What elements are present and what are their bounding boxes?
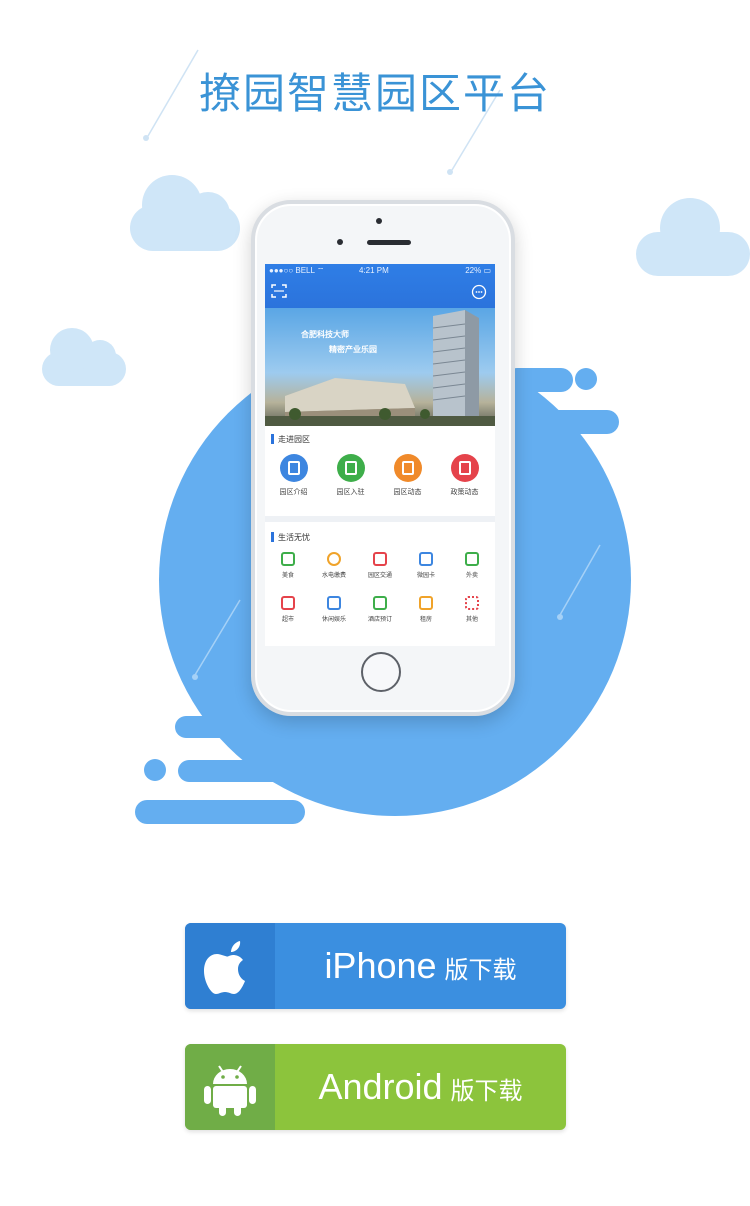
house-icon [419,596,433,610]
phone-mockup: ●●●○○ BELL ⌔ 4:21 PM 22% ▭ 合肥科技大师 精密产业乐园… [251,200,515,716]
menu-rental[interactable]: 租房 [403,596,449,623]
delivery-truck-icon [465,552,479,566]
menu-label: 园区动态 [393,489,422,496]
hotel-icon [373,596,387,610]
android-download-button[interactable]: Android 版下载 [185,1044,566,1130]
food-icon [281,552,295,566]
button-sub-text: 版下载 [444,957,517,984]
menu-label: 外卖 [465,573,478,579]
banner-subline: 精密产业乐园 [329,345,377,354]
status-battery: 22% ▭ [465,266,491,275]
cloud-right [636,198,750,276]
phone-home-button [361,652,401,692]
menu-supermarket[interactable]: 超市 [265,596,311,623]
section-title-life: 生活无忧 [278,533,310,542]
menu-policy-news[interactable]: 政策动态 [436,454,493,497]
building-illustration [265,310,495,426]
section-title-park: 走进园区 [278,435,310,444]
bus-icon [373,552,387,566]
menu-park-join[interactable]: 园区入驻 [322,454,379,497]
phone-screen: ●●●○○ BELL ⌔ 4:21 PM 22% ▭ 合肥科技大师 精密产业乐园… [265,264,495,646]
document-icon [450,454,479,482]
menu-label: 超市 [281,617,294,623]
menu-label: 园区入驻 [336,489,365,496]
phone-speaker [367,240,411,245]
banner-image[interactable]: 合肥科技大师 精密产业乐园 [265,308,495,426]
menu-label: 水电缴费 [321,573,346,579]
cloud-left [42,328,126,386]
section-marker [271,434,274,444]
menu-food[interactable]: 美食 [265,552,311,579]
android-icon-box [185,1044,275,1130]
menu-other[interactable]: 其他 [449,596,495,623]
banner-headline: 合肥科技大师 [301,330,349,339]
menu-leisure[interactable]: 休闲娱乐 [311,596,357,623]
button-main-text: iPhone [324,945,437,986]
coffee-cup-icon [327,596,341,610]
section-marker [271,532,274,542]
menu-label: 微园卡 [416,573,435,579]
menu-label: 政策动态 [450,489,479,496]
status-time: 4:21 PM [359,266,389,275]
menu-park-news[interactable]: 园区动态 [379,454,436,497]
iphone-download-label: iPhone 版下载 [275,923,566,1009]
flag-icon [336,454,365,482]
status-bar: ●●●○○ BELL ⌔ 4:21 PM 22% ▭ [269,266,491,278]
cloud-left-top [130,175,240,251]
phone-sensor [337,239,343,245]
home-icon [393,454,422,482]
menu-park-intro[interactable]: 园区介绍 [265,454,322,497]
menu-takeout[interactable]: 外卖 [449,552,495,579]
menu-hotel[interactable]: 酒店预订 [357,596,403,623]
page-title: 撩园智慧园区平台 [198,70,551,117]
menu-label: 租房 [419,617,432,623]
life-menu-row1: 美食 水电缴费 园区交通 微园卡 外卖 [265,552,495,592]
apple-icon-box [185,923,275,1009]
menu-label: 其他 [465,617,478,623]
menu-label: 酒店预订 [367,617,392,623]
park-menu: 园区介绍 园区入驻 园区动态 政策动态 [265,454,495,506]
menu-label: 园区交通 [367,573,392,579]
android-download-label: Android 版下载 [275,1044,566,1130]
menu-park-card[interactable]: 微园卡 [403,552,449,579]
message-icon[interactable] [471,284,487,300]
app-header: ●●●○○ BELL ⌔ 4:21 PM 22% ▭ [265,264,495,308]
scan-icon[interactable] [271,284,287,298]
water-drop-icon [327,552,341,566]
store-icon [281,596,295,610]
menu-transport[interactable]: 园区交通 [357,552,403,579]
apple-icon [204,941,245,994]
grid-icon [465,596,479,610]
iphone-download-button[interactable]: iPhone 版下载 [185,923,566,1009]
android-icon [204,1065,256,1116]
button-main-text: Android [318,1066,443,1107]
phone-camera [376,218,382,224]
menu-utilities[interactable]: 水电缴费 [311,552,357,579]
menu-label: 园区介绍 [279,489,308,496]
section-divider [265,516,495,522]
button-sub-text: 版下载 [450,1078,523,1105]
menu-label: 休闲娱乐 [321,617,346,623]
card-icon [419,552,433,566]
life-menu-row2: 超市 休闲娱乐 酒店预订 租房 其他 [265,596,495,636]
menu-label: 美食 [281,573,294,579]
status-carrier: ●●●○○ BELL ⌔ [269,266,325,275]
building-icon [279,454,308,482]
